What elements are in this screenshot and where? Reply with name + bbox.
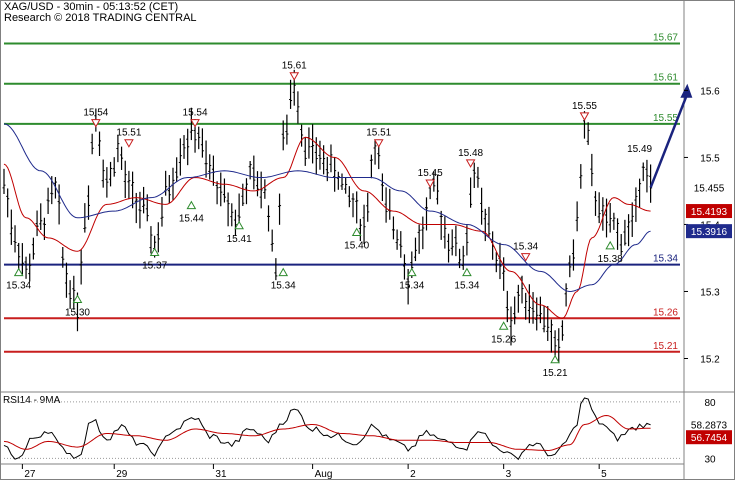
annotation-label: 15.44	[179, 214, 204, 225]
annotation-label: 15.30	[65, 307, 90, 318]
annotation-label: 15.54	[183, 108, 208, 119]
annotation-label: 15.34	[513, 242, 538, 253]
annotation-label: 15.41	[227, 234, 252, 245]
annotation-label: 15.40	[344, 240, 369, 251]
annotation-label: 15.34	[399, 281, 424, 292]
level-label-resistance: 15.61	[653, 73, 678, 84]
x-tick-label: Aug	[315, 469, 333, 480]
low-marker-icon	[406, 267, 417, 277]
annotation-label: 15.38	[598, 254, 623, 265]
rsi-y-tick-label: 80	[704, 398, 716, 409]
current-price-label: 15.455	[694, 184, 725, 195]
annotation-label: 15.34	[6, 281, 31, 292]
price-chart[interactable]: 15.6715.6115.5515.3415.2615.2115.3415.54…	[0, 0, 735, 480]
x-tick-label: 27	[24, 469, 36, 480]
annotation-label: 15.54	[83, 108, 108, 119]
x-tick-label: 5	[601, 469, 607, 480]
high-marker-icon	[579, 112, 590, 121]
annotation-label: 15.34	[271, 281, 296, 292]
low-marker-icon	[13, 267, 24, 277]
x-tick-label: 3	[506, 469, 512, 480]
low-marker-icon	[550, 354, 560, 364]
x-tick-label: 2	[410, 469, 416, 480]
low-marker-icon	[72, 294, 83, 303]
high-marker-icon	[124, 139, 134, 148]
level-label-support: 15.21	[653, 341, 678, 352]
x-tick-label: 31	[215, 469, 227, 480]
level-label-support: 15.26	[653, 307, 678, 318]
indicator-title: RSI14 - 9MA	[3, 395, 61, 406]
low-marker-icon	[462, 267, 472, 277]
annotation-label: 15.37	[142, 261, 167, 272]
low-marker-icon	[605, 240, 616, 250]
y-tick-label: 15.5	[700, 153, 720, 164]
ma-slow-value-label: 15.3916	[691, 227, 728, 238]
annotation-label: 15.26	[491, 334, 516, 345]
level-label-resistance: 15.55	[653, 113, 678, 124]
low-marker-icon	[278, 267, 289, 277]
y-tick-label: 15.2	[700, 354, 720, 365]
low-marker-icon	[186, 200, 197, 210]
ma-fast-value-label: 15.4193	[691, 207, 728, 218]
annotation-label: 15.61	[282, 61, 307, 72]
annotation-label: 15.51	[116, 128, 141, 139]
low-marker-icon	[351, 227, 362, 236]
level-label-resistance: 15.67	[653, 33, 678, 44]
low-marker-icon	[149, 247, 160, 257]
high-marker-icon	[465, 159, 476, 168]
annotation-label: 15.48	[458, 148, 483, 159]
y-tick-label: 15.3	[700, 287, 720, 298]
forecast-arrow-shaft	[649, 93, 689, 189]
level-label-pivot: 15.34	[653, 254, 678, 265]
y-tick-label: 15.6	[700, 86, 720, 97]
annotation-label: 15.49	[627, 144, 652, 155]
annotation-label: 15.21	[543, 368, 568, 379]
rsi-y-tick-label: 30	[704, 454, 716, 465]
low-marker-icon	[498, 321, 509, 330]
high-marker-icon	[289, 72, 300, 81]
rsi-value-label: 58.2873	[691, 420, 728, 431]
annotation-label: 15.45	[418, 168, 443, 179]
high-marker-icon	[425, 179, 436, 188]
annotation-label: 15.55	[572, 101, 597, 112]
annotation-label: 15.34	[454, 281, 479, 292]
x-tick-label: 29	[116, 469, 128, 480]
series-line-ma_slow	[3, 123, 651, 293]
rsi-ma-value-label: 56.7454	[691, 433, 728, 444]
annotation-label: 15.51	[366, 128, 391, 139]
